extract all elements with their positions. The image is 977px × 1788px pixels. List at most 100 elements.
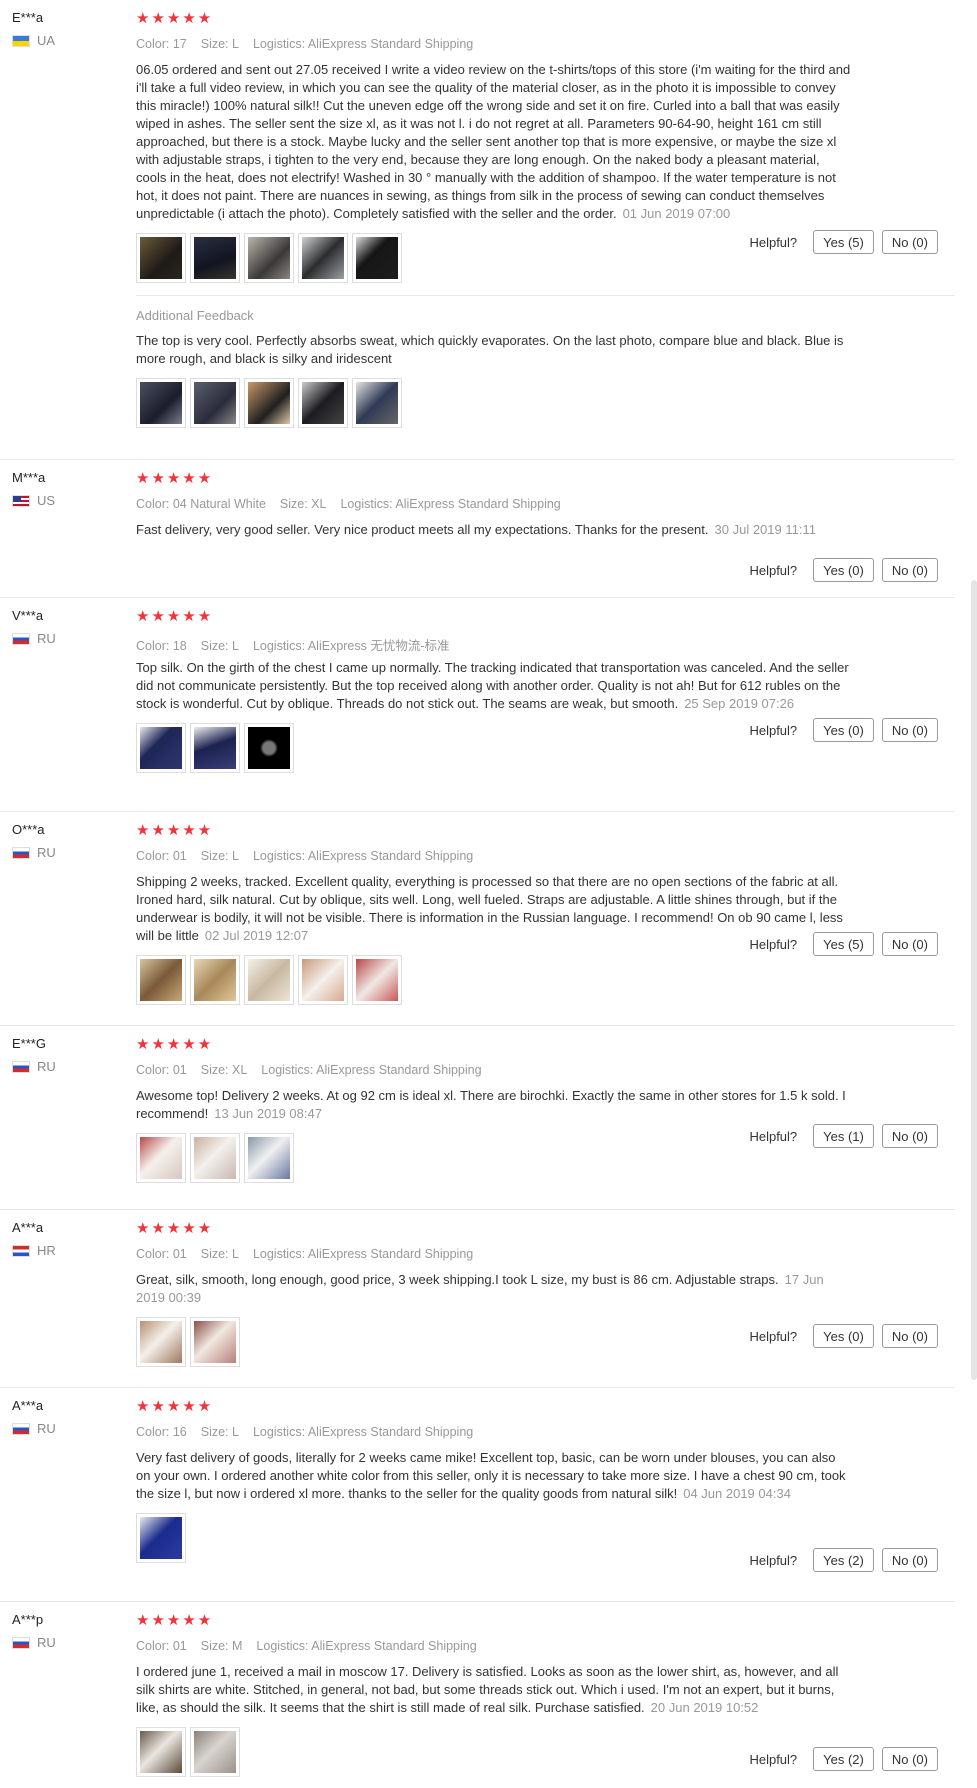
- helpful-no-button[interactable]: No (0): [881, 1548, 938, 1572]
- rating-stars: ★★★★★: [136, 1220, 214, 1237]
- helpful-section: Helpful? Yes (5) No (0): [749, 230, 938, 254]
- helpful-section: Helpful? Yes (2) No (0): [749, 1747, 938, 1771]
- helpful-section: Helpful? Yes (5) No (0): [749, 932, 938, 956]
- logistics-info: Logistics: AliExpress Standard Shipping: [340, 497, 561, 511]
- review-photo[interactable]: [190, 1133, 240, 1183]
- buyer-info: V***a RU: [12, 608, 122, 646]
- helpful-section: Helpful? Yes (1) No (0): [749, 1124, 938, 1148]
- review-date: 13 Jun 2019 08:47: [214, 1106, 322, 1121]
- buyer-name: E***a: [12, 10, 44, 25]
- buyer-country: UA: [37, 33, 56, 48]
- buyer-info: M***a US: [12, 470, 122, 508]
- helpful-no-button[interactable]: No (0): [881, 718, 938, 742]
- buyer-info: O***a RU: [12, 822, 122, 860]
- logistics-info: Logistics: AliExpress Standard Shipping: [252, 1425, 474, 1439]
- review-photo[interactable]: [298, 955, 348, 1005]
- reviews-page: E***a UA ★★★★★ Color: 17 Size: L Logistics…: [0, 0, 977, 1788]
- review-photo[interactable]: [352, 955, 402, 1005]
- page-scrollbar[interactable]: [971, 580, 977, 1380]
- helpful-yes-button[interactable]: Yes (0): [813, 558, 874, 582]
- review-photo[interactable]: [136, 1317, 186, 1367]
- review-text: Fast delivery, very good seller. Very ni…: [136, 522, 816, 537]
- helpful-yes-button[interactable]: Yes (0): [813, 718, 874, 742]
- buyer-country: RU: [37, 631, 56, 646]
- review-text: I ordered june 1, received a mail in mos…: [136, 1664, 839, 1715]
- review-photo[interactable]: [244, 723, 294, 773]
- review-photo[interactable]: [136, 723, 186, 773]
- helpful-no-button[interactable]: No (0): [881, 1324, 938, 1348]
- review-date: 30 Jul 2019 11:11: [714, 522, 816, 537]
- helpful-label: Helpful?: [749, 1751, 798, 1767]
- color-info: Color: 01: [136, 849, 187, 863]
- size-info: Size: L: [200, 1425, 239, 1439]
- review-item: A***a HR ★★★★★ Color: 01 Size: L Logistics…: [0, 1210, 955, 1388]
- helpful-section: Helpful? Yes (0) No (0): [749, 1324, 938, 1348]
- helpful-label: Helpful?: [749, 722, 798, 738]
- helpful-label: Helpful?: [749, 1328, 798, 1344]
- color-info: Color: 01: [136, 1063, 187, 1077]
- helpful-yes-button[interactable]: Yes (5): [813, 932, 874, 956]
- helpful-section: Helpful? Yes (2) No (0): [749, 1548, 938, 1572]
- review-photo[interactable]: [352, 378, 402, 428]
- buyer-name: A***a: [12, 1220, 44, 1235]
- review-text: Shipping 2 weeks, tracked. Excellent qua…: [136, 874, 843, 943]
- logistics-info: Logistics: AliExpress Standard Shipping: [252, 1247, 474, 1261]
- review-photo[interactable]: [244, 233, 294, 283]
- review-photo[interactable]: [352, 233, 402, 283]
- review-photo[interactable]: [136, 233, 186, 283]
- helpful-label: Helpful?: [749, 562, 798, 578]
- additional-feedback: Additional Feedback The top is very cool…: [136, 295, 955, 428]
- helpful-no-button[interactable]: No (0): [881, 932, 938, 956]
- review-date: 01 Jun 2019 07:00: [622, 206, 731, 221]
- review-text: Awesome top! Delivery 2 weeks. At og 92 …: [136, 1088, 846, 1121]
- logistics-info: Logistics: AliExpress Standard Shipping: [252, 849, 474, 863]
- buyer-info: E***a UA: [12, 10, 122, 48]
- review-photo[interactable]: [298, 378, 348, 428]
- review-photo[interactable]: [190, 723, 240, 773]
- review-photo[interactable]: [136, 1513, 186, 1563]
- helpful-no-button[interactable]: No (0): [881, 1124, 938, 1148]
- review-photo[interactable]: [190, 233, 240, 283]
- review-photo[interactable]: [190, 955, 240, 1005]
- helpful-no-button[interactable]: No (0): [881, 1747, 938, 1771]
- helpful-label: Helpful?: [749, 1552, 798, 1568]
- helpful-yes-button[interactable]: Yes (5): [813, 230, 874, 254]
- review-photo[interactable]: [298, 233, 348, 283]
- size-info: Size: L: [200, 1247, 239, 1261]
- order-info: Color: 16 Size: L Logistics: AliExpress St…: [136, 1425, 955, 1441]
- review-photo[interactable]: [190, 1317, 240, 1367]
- russia-flag-icon: [12, 632, 30, 645]
- review-item: A***a RU ★★★★★ Color: 16 Size: L Logistics…: [0, 1388, 955, 1602]
- helpful-yes-button[interactable]: Yes (2): [813, 1747, 874, 1771]
- helpful-no-button[interactable]: No (0): [881, 230, 938, 254]
- buyer-name: E***G: [12, 1036, 46, 1051]
- helpful-no-button[interactable]: No (0): [881, 558, 938, 582]
- review-photo[interactable]: [244, 378, 294, 428]
- croatia-flag-icon: [12, 1244, 30, 1257]
- review-photo[interactable]: [190, 378, 240, 428]
- rating-stars: ★★★★★: [136, 1612, 214, 1629]
- review-photo[interactable]: [244, 955, 294, 1005]
- rating-stars: ★★★★★: [136, 1398, 214, 1415]
- color-info: Color: 16: [136, 1425, 187, 1439]
- review-photo[interactable]: [136, 378, 186, 428]
- buyer-name: O***a: [12, 822, 45, 837]
- review-photo[interactable]: [244, 1133, 294, 1183]
- buyer-country: RU: [37, 1059, 56, 1074]
- additional-feedback-title: Additional Feedback: [136, 308, 254, 323]
- buyer-name: M***a: [12, 470, 46, 485]
- helpful-yes-button[interactable]: Yes (2): [813, 1548, 874, 1572]
- helpful-yes-button[interactable]: Yes (0): [813, 1324, 874, 1348]
- review-photo[interactable]: [136, 1133, 186, 1183]
- helpful-yes-button[interactable]: Yes (1): [813, 1124, 874, 1148]
- order-info: Color: 04 Natural White Size: XL Logistics…: [136, 497, 955, 513]
- order-info: Color: 17 Size: L Logistics: AliExpress St…: [136, 37, 955, 53]
- review-photo[interactable]: [136, 1727, 186, 1777]
- review-text: Great, silk, smooth, long enough, good p…: [136, 1272, 824, 1305]
- additional-feedback-text: The top is very cool. Perfectly absorbs …: [136, 333, 844, 366]
- review-photo[interactable]: [190, 1727, 240, 1777]
- buyer-country: US: [37, 493, 56, 508]
- size-info: Size: L: [200, 639, 239, 653]
- review-photo[interactable]: [136, 955, 186, 1005]
- buyer-info: A***p RU: [12, 1612, 122, 1650]
